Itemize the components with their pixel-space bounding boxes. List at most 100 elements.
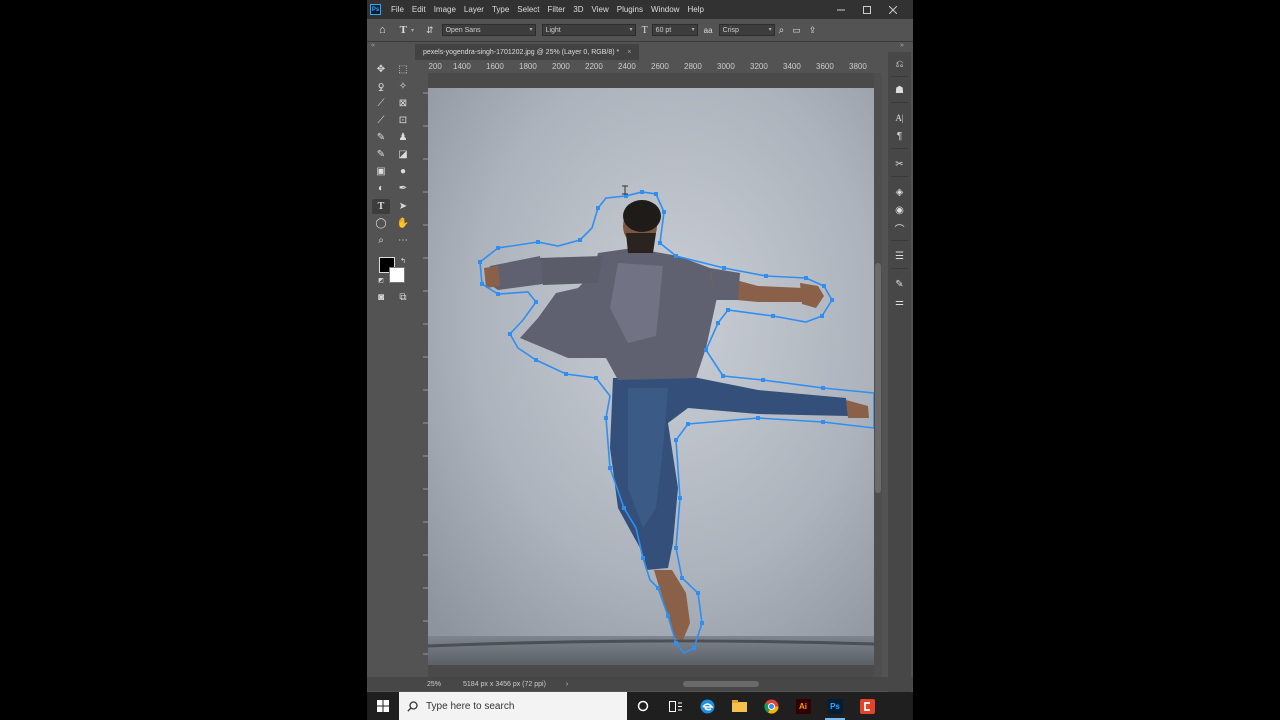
hand-tool-icon[interactable]: ✋ (394, 216, 412, 231)
stamp-tool-icon[interactable]: ♟ (394, 130, 412, 145)
swap-colors-icon[interactable]: ↰ (394, 253, 412, 268)
document-tab[interactable]: pexels-yogendra-singh-1701202.jpg @ 25% … (415, 44, 640, 60)
document-size: 5184 px x 3456 px (72 ppi) (463, 680, 546, 688)
tools-panel: ✥ ⬚ ꝿ ✧ ⟋ ⊠ ⟋ ⊡ ✎ ♟ ✎ ◪ ▣ ● ◐ ✒ T ➤ ◯ ✋ … (370, 60, 415, 310)
type-tool-icon[interactable]: T (372, 199, 390, 214)
horizontal-ruler: 1200 1400 1600 1800 2000 2200 2400 2600 … (428, 60, 874, 74)
tools-panel-icon[interactable]: ✂ (890, 156, 909, 172)
menu-layer[interactable]: Layer (460, 5, 488, 14)
maximize-button[interactable] (855, 0, 879, 19)
panel-divider (891, 76, 908, 77)
paragraph-panel-icon[interactable]: ¶ (890, 128, 909, 144)
zoom-level[interactable]: 25% (427, 681, 441, 688)
minimize-icon (837, 9, 845, 10)
channels-panel-icon[interactable]: ◉ (890, 202, 909, 218)
antialias-select[interactable]: Crisp ▾ (718, 24, 775, 36)
ellipse-tool-icon[interactable]: ◯ (372, 216, 390, 231)
panel-dock: ⎌ ☗ A| ¶ ✂ ◈ ◉ ⌒ ☰ ✎ ⚌ (888, 52, 911, 692)
quick-mask-icon[interactable]: ◙ (372, 290, 390, 305)
workspace-icon[interactable]: ▭ (792, 25, 801, 36)
windows-logo-icon (377, 700, 389, 712)
ruler-tick-label: 3800 (849, 62, 867, 71)
learn-panel-icon[interactable]: ☗ (890, 82, 909, 98)
menu-plugins[interactable]: Plugins (613, 5, 647, 14)
menu-file[interactable]: File (387, 5, 408, 14)
brush-settings-panel-icon[interactable]: ⚌ (890, 294, 909, 310)
type-tool-preset-icon[interactable]: T (400, 24, 407, 36)
marquee-tool-icon[interactable]: ⬚ (394, 62, 412, 77)
close-document-icon[interactable]: × (627, 49, 631, 56)
move-tool-icon[interactable]: ✥ (372, 62, 390, 77)
font-style-select[interactable]: Light ▾ (541, 24, 636, 36)
more-tools-icon[interactable]: ⋯ (394, 233, 412, 248)
blur-tool-icon[interactable]: ● (394, 164, 412, 179)
horizontal-scroll-thumb[interactable] (683, 681, 759, 687)
vertical-scrollbar[interactable] (874, 73, 882, 677)
lasso-tool-icon[interactable]: ꝿ (372, 79, 390, 94)
chrome-app-button[interactable] (755, 692, 787, 720)
crop-tool-icon[interactable]: ⊠ (394, 96, 412, 111)
photoshop-app-button[interactable]: Ps (819, 692, 851, 720)
quick-selection-icon[interactable]: ⟋ (372, 96, 390, 111)
history-panel-icon[interactable]: ⎌ (890, 56, 909, 72)
file-explorer-button[interactable] (723, 692, 755, 720)
share-icon[interactable]: ⇪ (809, 25, 817, 36)
search-icon[interactable]: ⌕ (779, 25, 785, 36)
chevron-down-icon: ▾ (411, 27, 415, 34)
zoom-tool-icon[interactable]: ⌕ (372, 233, 390, 248)
frame-tool-icon[interactable]: ⊡ (394, 113, 412, 128)
eyedropper-icon[interactable]: ⟋ (372, 113, 390, 128)
document-canvas[interactable] (428, 73, 874, 677)
task-view-button[interactable] (659, 692, 691, 720)
menu-image[interactable]: Image (430, 5, 460, 14)
menu-edit[interactable]: Edit (408, 5, 430, 14)
menu-help[interactable]: Help (683, 5, 707, 14)
collapse-toolbar-icon[interactable]: « (371, 42, 375, 49)
status-arrow-icon[interactable]: › (566, 681, 568, 688)
antialias-value: Crisp (722, 26, 739, 34)
minimize-button[interactable] (829, 0, 853, 19)
menu-3d[interactable]: 3D (569, 5, 587, 14)
ruler-tick-label: 2000 (552, 62, 570, 71)
menu-type[interactable]: Type (488, 5, 513, 14)
font-family-select[interactable]: Open Sans ▾ (441, 24, 536, 36)
font-style-value: Light (545, 26, 561, 34)
screen-mode-icon[interactable]: ⧉ (394, 290, 412, 305)
brushes-panel-icon[interactable]: ✎ (890, 276, 909, 292)
menu-window[interactable]: Window (647, 5, 683, 14)
layers-panel-icon[interactable]: ◈ (890, 184, 909, 200)
history-brush-icon[interactable]: ✎ (372, 147, 390, 162)
taskbar-search-box[interactable]: Type here to search (399, 692, 627, 720)
chevron-down-icon: ▾ (691, 27, 695, 33)
close-window-button[interactable] (881, 0, 905, 19)
menu-filter[interactable]: Filter (544, 5, 570, 14)
edge-app-button[interactable] (691, 692, 723, 720)
orientation-toggle-icon[interactable]: ⇵ (426, 25, 434, 36)
photoshop-window: Ps File Edit Image Layer Type Select Fil… (367, 0, 913, 720)
default-colors-icon[interactable]: ◩ (372, 273, 390, 288)
collapse-panels-icon[interactable]: » (900, 42, 904, 49)
adjustments-panel-icon[interactable]: ☰ (890, 248, 909, 264)
character-panel-icon[interactable]: A| (890, 110, 909, 126)
magic-wand-icon[interactable]: ✧ (394, 79, 412, 94)
home-icon[interactable]: ⌂ (379, 24, 386, 36)
eraser-tool-icon[interactable]: ◪ (394, 147, 412, 162)
font-size-icon: T (641, 24, 648, 36)
menu-view[interactable]: View (588, 5, 613, 14)
illustrator-app-button[interactable]: Ai (787, 692, 819, 720)
start-button[interactable] (367, 692, 399, 720)
background-color-swatch[interactable] (389, 267, 405, 283)
font-size-select[interactable]: 60 pt ▾ (651, 24, 698, 36)
paths-panel-icon[interactable]: ⌒ (890, 220, 909, 236)
brush-tool-icon[interactable]: ✎ (372, 130, 390, 145)
dodge-tool-icon[interactable]: ◐ (372, 181, 390, 196)
pen-tool-icon[interactable]: ✒ (394, 181, 412, 196)
ruler-tick-label: 2400 (618, 62, 636, 71)
cortana-button[interactable] (627, 692, 659, 720)
screen-recorder-app-button[interactable] (851, 692, 883, 720)
vertical-ruler (415, 73, 429, 677)
vertical-scroll-thumb[interactable] (875, 263, 881, 493)
menu-select[interactable]: Select (513, 5, 543, 14)
path-selection-icon[interactable]: ➤ (394, 199, 412, 214)
gradient-tool-icon[interactable]: ▣ (372, 164, 390, 179)
